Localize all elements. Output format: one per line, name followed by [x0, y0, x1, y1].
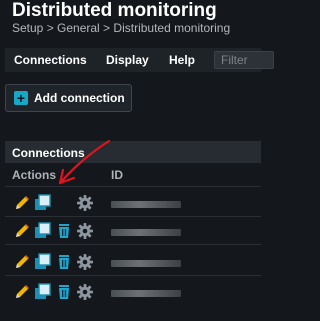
- column-header-actions: Actions: [12, 168, 57, 182]
- connection-id-redacted: [111, 229, 181, 236]
- settings-icon[interactable]: [76, 253, 94, 271]
- menu-connections[interactable]: Connections: [14, 53, 87, 67]
- connection-id-redacted: [111, 201, 181, 208]
- connections-table-header: Connections: [5, 141, 261, 163]
- table-title: Connections: [12, 146, 85, 160]
- filter-input[interactable]: [214, 51, 274, 69]
- breadcrumb[interactable]: Setup > General > Distributed monitoring: [12, 21, 230, 35]
- table-row: [5, 251, 261, 275]
- table-row: [5, 192, 261, 216]
- edit-icon[interactable]: [13, 194, 31, 212]
- edit-icon[interactable]: [13, 253, 31, 271]
- menu-help[interactable]: Help: [169, 53, 195, 67]
- edit-icon[interactable]: [13, 283, 31, 301]
- connection-id-redacted: [111, 290, 181, 297]
- column-header-id[interactable]: ID: [111, 168, 123, 182]
- row-divider: [5, 216, 261, 217]
- clone-icon[interactable]: [34, 222, 52, 240]
- clone-icon[interactable]: [34, 283, 52, 301]
- delete-icon[interactable]: [55, 253, 73, 271]
- table-row: [5, 220, 261, 244]
- menu-display[interactable]: Display: [106, 53, 149, 67]
- delete-icon[interactable]: [55, 283, 73, 301]
- plus-icon: +: [14, 91, 28, 105]
- clone-icon[interactable]: [34, 253, 52, 271]
- table-divider: [5, 186, 261, 187]
- settings-icon[interactable]: [76, 283, 94, 301]
- connection-id-redacted: [111, 260, 181, 267]
- delete-icon[interactable]: [55, 222, 73, 240]
- add-connection-button[interactable]: + Add connection: [5, 84, 132, 112]
- settings-icon[interactable]: [76, 194, 94, 212]
- edit-icon[interactable]: [13, 222, 31, 240]
- clone-icon[interactable]: [34, 194, 52, 212]
- settings-icon[interactable]: [76, 222, 94, 240]
- row-divider: [5, 244, 261, 245]
- table-row: [5, 281, 261, 305]
- add-connection-label: Add connection: [34, 91, 125, 105]
- row-divider: [5, 275, 261, 276]
- page-title: Distributed monitoring: [12, 0, 217, 21]
